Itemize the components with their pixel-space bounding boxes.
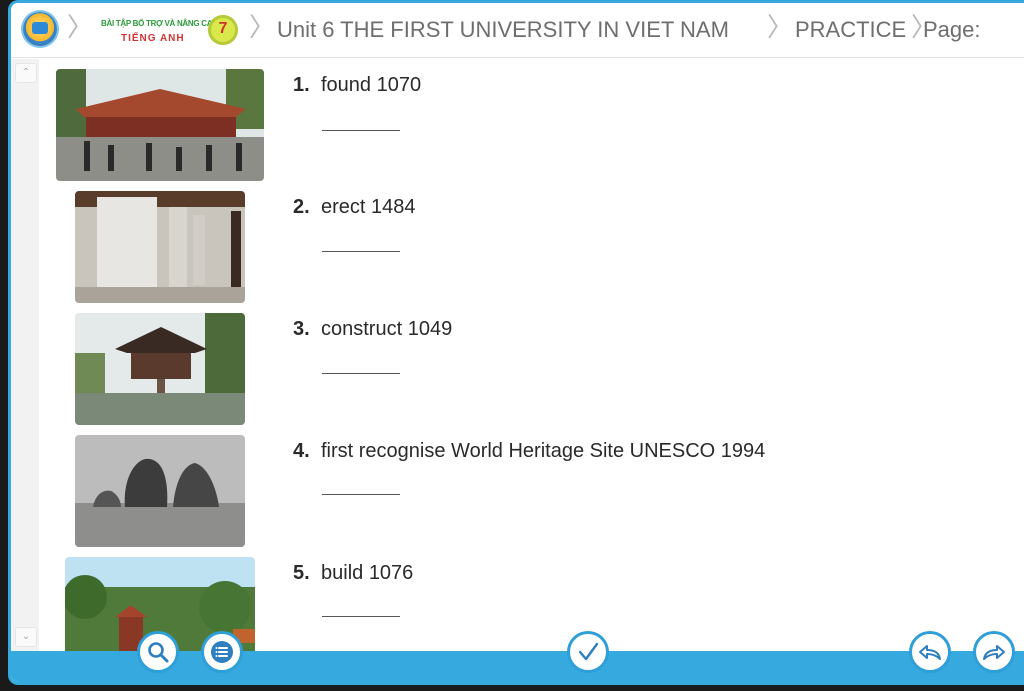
question-text: first recognise World Heritage Site UNES… bbox=[321, 440, 766, 462]
previous-button[interactable] bbox=[909, 631, 951, 673]
search-button[interactable] bbox=[137, 631, 179, 673]
question-number: 4. bbox=[293, 440, 310, 462]
back-icon bbox=[919, 645, 941, 660]
menu-button[interactable] bbox=[201, 631, 243, 673]
page-label: Page: bbox=[923, 17, 981, 42]
answer-blank-4[interactable] bbox=[322, 494, 400, 495]
chevron-right-icon: 〉 bbox=[767, 13, 794, 43]
scroll-up-button[interactable]: ⌃ bbox=[15, 63, 37, 83]
answer-blank-5[interactable] bbox=[322, 616, 400, 617]
search-icon bbox=[148, 642, 169, 663]
temple-of-literature-photo bbox=[56, 69, 264, 181]
chevron-right-icon: 〉 bbox=[67, 13, 94, 43]
forward-icon bbox=[983, 645, 1005, 660]
next-button[interactable] bbox=[973, 631, 1015, 673]
ha-long-bay-photo bbox=[75, 435, 245, 547]
home-button[interactable] bbox=[23, 12, 57, 46]
question-text: build 1076 bbox=[321, 562, 414, 584]
logo-subtitle: TIẾNG ANH bbox=[121, 33, 185, 44]
check-answers-button[interactable] bbox=[567, 631, 609, 673]
stone-steles-photo bbox=[75, 191, 245, 303]
grade-badge: 7 bbox=[208, 15, 238, 45]
chevron-right-icon: 〉 bbox=[249, 13, 276, 43]
header: 〉 BÀI TẬP BỔ TRỢ VÀ NÂNG CAO TIẾNG ANH 7… bbox=[11, 3, 1024, 58]
answer-blank-2[interactable] bbox=[322, 251, 400, 252]
logo-title: BÀI TẬP BỔ TRỢ VÀ NÂNG CAO bbox=[101, 19, 219, 28]
list-icon bbox=[211, 641, 233, 663]
question-text: erect 1484 bbox=[321, 196, 416, 218]
question-text: construct 1049 bbox=[321, 318, 453, 340]
book-icon bbox=[32, 22, 48, 34]
breadcrumb-unit[interactable]: Unit 6 THE FIRST UNIVERSITY IN VIET NAM bbox=[277, 17, 729, 43]
question-number: 2. bbox=[293, 196, 310, 218]
app-frame: 〉 BÀI TẬP BỔ TRỢ VÀ NÂNG CAO TIẾNG ANH 7… bbox=[8, 0, 1024, 685]
answer-blank-3[interactable] bbox=[322, 373, 400, 374]
one-pillar-pagoda-photo bbox=[75, 313, 245, 425]
check-icon bbox=[578, 642, 599, 661]
vertical-scrollbar[interactable]: ⌃ ⌄ bbox=[11, 59, 39, 651]
answer-blank-1[interactable] bbox=[322, 130, 400, 131]
book-logo: BÀI TẬP BỔ TRỢ VÀ NÂNG CAO TIẾNG ANH bbox=[99, 15, 218, 47]
grade-number: 7 bbox=[218, 20, 228, 37]
question-text: found 1070 bbox=[321, 74, 422, 96]
question-number: 3. bbox=[293, 318, 310, 340]
question-number: 5. bbox=[293, 562, 310, 584]
scroll-down-button[interactable]: ⌄ bbox=[15, 627, 37, 647]
breadcrumb-practice[interactable]: PRACTICE bbox=[795, 17, 906, 43]
question-number: 1. bbox=[293, 74, 310, 96]
